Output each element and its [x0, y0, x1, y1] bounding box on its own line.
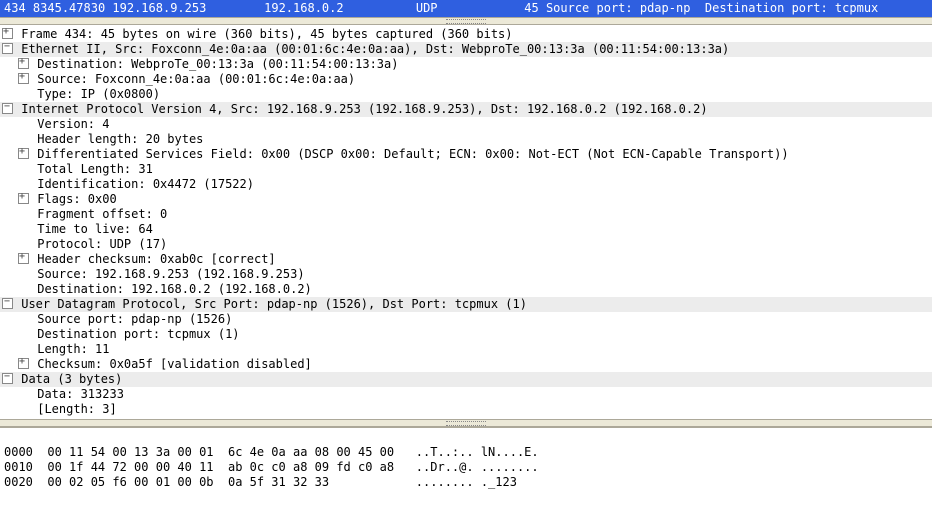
col-time: 8345.47830	[33, 1, 105, 15]
udp-label: User Datagram Protocol, Src Port: pdap-n…	[21, 297, 527, 311]
collapse-icon[interactable]	[2, 103, 13, 114]
udp-sport-label: Source port: pdap-np (1526)	[37, 312, 232, 326]
ethernet-node[interactable]: Ethernet II, Src: Foxconn_4e:0a:aa (00:0…	[0, 42, 932, 57]
udp-chk-label: Checksum: 0x0a5f [validation disabled]	[37, 357, 312, 371]
hex-row-2[interactable]: 0020 00 02 05 f6 00 01 00 0b 0a 5f 31 32…	[4, 475, 517, 489]
ip-flags-label: Flags: 0x00	[37, 192, 116, 206]
pane-divider-top[interactable]	[0, 17, 932, 25]
udp-len-label: Length: 11	[37, 342, 109, 356]
eth-dst-label: Destination: WebproTe_00:13:3a (00:11:54…	[37, 57, 398, 71]
col-source: 192.168.9.253	[112, 1, 206, 15]
ip-version-node[interactable]: Version: 4	[0, 117, 932, 132]
ip-chk-node[interactable]: Header checksum: 0xab0c [correct]	[0, 252, 932, 267]
ip-hlen-node[interactable]: Header length: 20 bytes	[0, 132, 932, 147]
packet-details-pane: Frame 434: 45 bytes on wire (360 bits), …	[0, 25, 932, 419]
col-info: Source port: pdap-np Destination port: t…	[546, 1, 878, 15]
eth-src-label: Source: Foxconn_4e:0a:aa (00:01:6c:4e:0a…	[37, 72, 355, 86]
data-length-node[interactable]: [Length: 3]	[0, 402, 932, 417]
udp-dport-label: Destination port: tcpmux (1)	[37, 327, 239, 341]
ip-label: Internet Protocol Version 4, Src: 192.16…	[21, 102, 707, 116]
ip-dsf-label: Differentiated Services Field: 0x00 (DSC…	[37, 147, 788, 161]
ip-src-label: Source: 192.168.9.253 (192.168.9.253)	[37, 267, 304, 281]
udp-sport-node[interactable]: Source port: pdap-np (1526)	[0, 312, 932, 327]
expand-icon[interactable]	[18, 358, 29, 369]
data-node[interactable]: Data (3 bytes)	[0, 372, 932, 387]
packet-bytes-pane[interactable]: 0000 00 11 54 00 13 3a 00 01 6c 4e 0a aa…	[0, 427, 932, 496]
ip-frag-label: Fragment offset: 0	[37, 207, 167, 221]
ip-dst-label: Destination: 192.168.0.2 (192.168.0.2)	[37, 282, 312, 296]
ip-proto-node[interactable]: Protocol: UDP (17)	[0, 237, 932, 252]
expand-icon[interactable]	[18, 73, 29, 84]
expand-icon[interactable]	[18, 253, 29, 264]
eth-type-node[interactable]: Type: IP (0x0800)	[0, 87, 932, 102]
frame-node[interactable]: Frame 434: 45 bytes on wire (360 bits), …	[0, 27, 932, 42]
collapse-icon[interactable]	[2, 298, 13, 309]
eth-dst-node[interactable]: Destination: WebproTe_00:13:3a (00:11:54…	[0, 57, 932, 72]
ip-hlen-label: Header length: 20 bytes	[37, 132, 203, 146]
data-data-label: Data: 313233	[37, 387, 124, 401]
ip-dst-node[interactable]: Destination: 192.168.0.2 (192.168.0.2)	[0, 282, 932, 297]
ip-dsf-node[interactable]: Differentiated Services Field: 0x00 (DSC…	[0, 147, 932, 162]
frame-label: Frame 434: 45 bytes on wire (360 bits), …	[21, 27, 512, 41]
col-length: 45	[524, 1, 538, 15]
udp-chk-node[interactable]: Checksum: 0x0a5f [validation disabled]	[0, 357, 932, 372]
expand-icon[interactable]	[18, 148, 29, 159]
ethernet-label: Ethernet II, Src: Foxconn_4e:0a:aa (00:0…	[21, 42, 729, 56]
ip-flags-node[interactable]: Flags: 0x00	[0, 192, 932, 207]
udp-len-node[interactable]: Length: 11	[0, 342, 932, 357]
udp-node[interactable]: User Datagram Protocol, Src Port: pdap-n…	[0, 297, 932, 312]
ip-tlen-label: Total Length: 31	[37, 162, 153, 176]
ip-id-node[interactable]: Identification: 0x4472 (17522)	[0, 177, 932, 192]
collapse-icon[interactable]	[2, 373, 13, 384]
packet-summary-row[interactable]: 434 8345.47830 192.168.9.253 192.168.0.2…	[0, 0, 932, 17]
collapse-icon[interactable]	[2, 43, 13, 54]
col-destination: 192.168.0.2	[264, 1, 343, 15]
expand-icon[interactable]	[18, 193, 29, 204]
col-protocol: UDP	[416, 1, 438, 15]
hex-row-1[interactable]: 0010 00 1f 44 72 00 00 40 11 ab 0c c0 a8…	[4, 460, 539, 474]
eth-type-label: Type: IP (0x0800)	[37, 87, 160, 101]
ip-frag-node[interactable]: Fragment offset: 0	[0, 207, 932, 222]
ip-ttl-label: Time to live: 64	[37, 222, 153, 236]
ip-proto-label: Protocol: UDP (17)	[37, 237, 167, 251]
ip-node[interactable]: Internet Protocol Version 4, Src: 192.16…	[0, 102, 932, 117]
udp-dport-node[interactable]: Destination port: tcpmux (1)	[0, 327, 932, 342]
hex-row-0[interactable]: 0000 00 11 54 00 13 3a 00 01 6c 4e 0a aa…	[4, 445, 539, 459]
data-length-label: [Length: 3]	[37, 402, 116, 416]
ip-id-label: Identification: 0x4472 (17522)	[37, 177, 254, 191]
ip-chk-label: Header checksum: 0xab0c [correct]	[37, 252, 275, 266]
expand-icon[interactable]	[18, 58, 29, 69]
ip-version-label: Version: 4	[37, 117, 109, 131]
col-no: 434	[4, 1, 26, 15]
data-label: Data (3 bytes)	[21, 372, 122, 386]
ip-src-node[interactable]: Source: 192.168.9.253 (192.168.9.253)	[0, 267, 932, 282]
eth-src-node[interactable]: Source: Foxconn_4e:0a:aa (00:01:6c:4e:0a…	[0, 72, 932, 87]
pane-divider-bottom[interactable]	[0, 419, 932, 427]
ip-tlen-node[interactable]: Total Length: 31	[0, 162, 932, 177]
data-data-node[interactable]: Data: 313233	[0, 387, 932, 402]
expand-icon[interactable]	[2, 28, 13, 39]
ip-ttl-node[interactable]: Time to live: 64	[0, 222, 932, 237]
